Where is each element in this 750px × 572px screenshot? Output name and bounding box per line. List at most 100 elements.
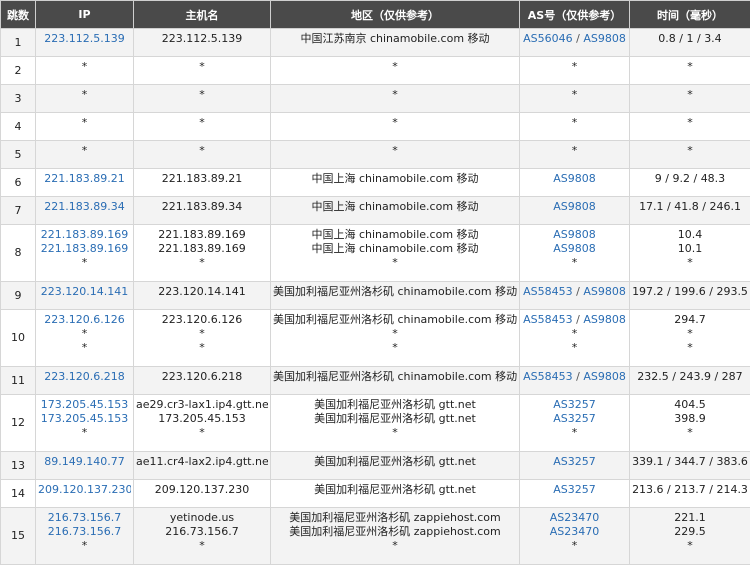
as-line: AS9808 (522, 172, 627, 186)
hop-number: 3 (0, 84, 36, 113)
hop-number: 6 (0, 168, 36, 197)
as-line: AS58453 / AS9808 (522, 313, 627, 327)
as-text: * (571, 144, 578, 157)
as-cell: AS9808 (519, 196, 630, 225)
traceroute-table: 跳数 IP 主机名 地区（仅供参考） AS号（仅供参考） 时间（毫秒） 1 223… (0, 0, 750, 565)
as-line: AS3257 (522, 412, 627, 426)
as-link[interactable]: AS58453 (523, 370, 573, 383)
hostname-text: 223.120.14.141 (158, 285, 246, 298)
region-cell: 中国上海 chinamobile.com 移动 中国上海 chinamobile.… (270, 224, 520, 282)
table-row: 1 223.112.5.139 223.112.5.139 中国江苏南京 chinam… (0, 28, 750, 57)
hostname-cell: 221.183.89.169 221.183.89.169 * (133, 224, 271, 282)
hop-number: 4 (0, 112, 36, 141)
ip-link[interactable]: 221.183.89.34 (38, 200, 131, 214)
header-hostname: 主机名 (133, 0, 271, 29)
ip-link[interactable]: 173.205.45.153 (38, 412, 131, 426)
hostname-text: * (199, 88, 205, 101)
time-text: 232.5 / 243.9 / 287 (637, 370, 743, 383)
ip-link[interactable]: 216.73.156.7 (38, 511, 131, 525)
as-link[interactable]: AS58453 (523, 313, 573, 326)
ip-text: * (81, 60, 88, 73)
as-link[interactable]: AS9808 (583, 285, 626, 298)
table-row: 9 223.120.14.141 223.120.14.141 美国加利福尼亚州洛杉矶… (0, 281, 750, 310)
as-cell: AS58453 / AS9808 * * (519, 309, 630, 367)
ip-link[interactable]: 223.112.5.139 (38, 32, 131, 46)
as-link[interactable]: AS23470 (550, 511, 600, 524)
ip-link[interactable]: 221.183.89.169 (38, 228, 131, 242)
region-text: * (392, 144, 398, 157)
as-line: * (522, 341, 627, 355)
as-line: AS3257 (522, 398, 627, 412)
time-text: 0.8 / 1 / 3.4 (658, 32, 722, 45)
table-row: 5 * * * * * (0, 140, 750, 169)
time-text: * (687, 116, 693, 129)
hostname-text: * (199, 60, 205, 73)
ip-link[interactable]: 173.205.45.153 (38, 398, 131, 412)
region-cell: * (270, 112, 520, 141)
time-cell: 197.2 / 199.6 / 293.5 (629, 281, 750, 310)
hostname-text: 221.183.89.34 (161, 200, 243, 213)
ip-cell: * (35, 84, 134, 113)
time-cell: * (629, 112, 750, 141)
as-link[interactable]: AS56046 (523, 32, 573, 45)
time-cell: 232.5 / 243.9 / 287 (629, 366, 750, 395)
hostname-text: 221.183.89.169 (158, 242, 246, 255)
as-link[interactable]: AS9808 (583, 32, 626, 45)
time-text: * (687, 327, 693, 340)
as-line: * (522, 256, 627, 270)
as-line: AS23470 (522, 511, 627, 525)
as-link[interactable]: AS3257 (553, 483, 596, 496)
as-link[interactable]: AS3257 (553, 455, 596, 468)
time-cell: * (629, 84, 750, 113)
as-text: * (571, 116, 578, 129)
ip-link[interactable]: 223.120.6.218 (38, 370, 131, 384)
ip-link[interactable]: 223.120.6.126 (38, 313, 131, 327)
ip-cell: * (35, 112, 134, 141)
as-link[interactable]: AS23470 (550, 525, 600, 538)
region-text: 美国加利福尼亚州洛杉矶 chinamobile.com 移动 (273, 285, 517, 298)
as-link[interactable]: AS58453 (523, 285, 573, 298)
as-line: * (522, 426, 627, 440)
ip-link[interactable]: 221.183.89.169 (38, 242, 131, 256)
ip-cell: 209.120.137.230 (35, 479, 134, 508)
as-link[interactable]: AS9808 (583, 313, 626, 326)
as-cell: AS23470 AS23470 * (519, 507, 630, 565)
ip-link[interactable]: 221.183.89.21 (38, 172, 131, 186)
hop-number: 1 (0, 28, 36, 57)
as-text: * (571, 341, 578, 354)
time-text: 17.1 / 41.8 / 246.1 (639, 200, 741, 213)
as-cell: AS58453 / AS9808 (519, 281, 630, 310)
hop-number: 15 (0, 507, 36, 565)
time-cell: 339.1 / 344.7 / 383.6 (629, 451, 750, 480)
table-row: 11 223.120.6.218 223.120.6.218 美国加利福尼亚州洛杉矶 … (0, 366, 750, 395)
as-line: * (522, 60, 627, 74)
as-link[interactable]: AS9808 (553, 242, 596, 255)
region-cell: 美国加利福尼亚州洛杉矶 zappiehost.com 美国加利福尼亚州洛杉矶 za… (270, 507, 520, 565)
hostname-cell: * (133, 140, 271, 169)
ip-link[interactable]: 89.149.140.77 (38, 455, 131, 469)
hostname-text: 223.120.6.218 (161, 370, 243, 383)
as-link[interactable]: AS9808 (583, 370, 626, 383)
as-cell: * (519, 112, 630, 141)
as-line: * (522, 327, 627, 341)
table-row: 10 223.120.6.126 * * 223.120.6.126 * * 美国加利福尼亚州… (0, 309, 750, 367)
table-row: 2 * * * * * (0, 56, 750, 85)
as-text: * (571, 60, 578, 73)
as-line: AS3257 (522, 483, 627, 497)
as-link[interactable]: AS3257 (553, 412, 596, 425)
hostname-text: 223.112.5.139 (161, 32, 243, 45)
ip-link[interactable]: 223.120.14.141 (38, 285, 131, 299)
as-link[interactable]: AS3257 (553, 398, 596, 411)
as-cell: AS58453 / AS9808 (519, 366, 630, 395)
table-row: 8 221.183.89.169 221.183.89.169 * 221.183.89… (0, 224, 750, 282)
ip-text: * (81, 88, 88, 101)
region-text: 美国加利福尼亚州洛杉矶 gtt.net (314, 398, 476, 411)
hostname-text: * (199, 426, 205, 439)
region-text: * (392, 341, 398, 354)
as-link[interactable]: AS9808 (553, 200, 596, 213)
header-ip: IP (35, 0, 134, 29)
as-link[interactable]: AS9808 (553, 228, 596, 241)
ip-link[interactable]: 216.73.156.7 (38, 525, 131, 539)
ip-link[interactable]: 209.120.137.230 (38, 483, 131, 497)
as-link[interactable]: AS9808 (553, 172, 596, 185)
